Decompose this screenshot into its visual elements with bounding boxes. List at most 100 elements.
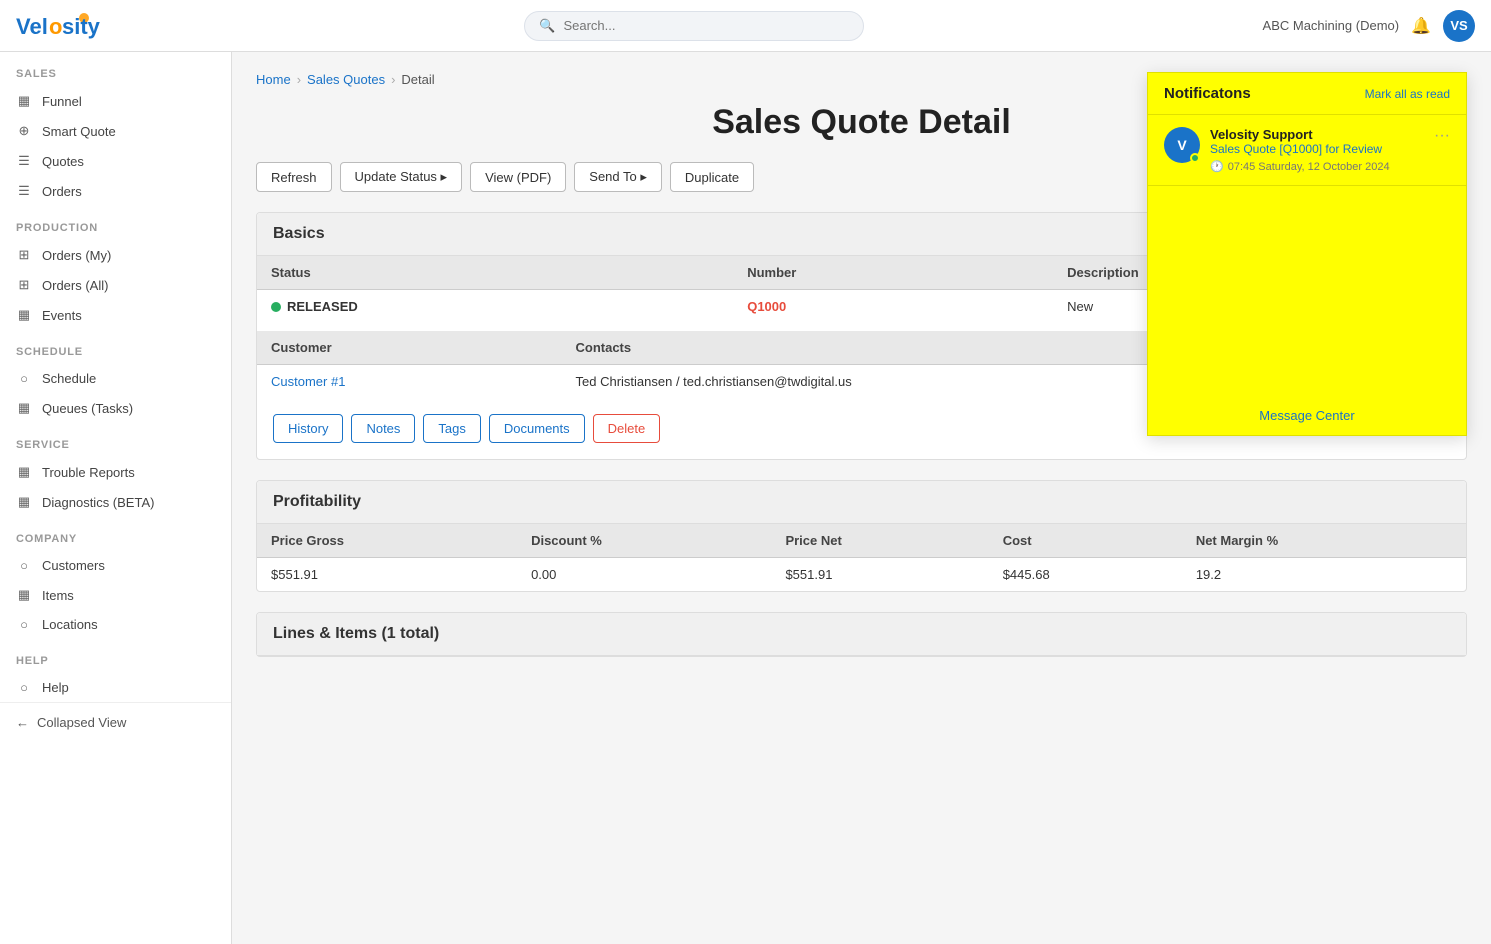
profitability-card: Profitability Price Gross Discount % Pri… <box>256 480 1467 592</box>
sidebar-section-production: PRODUCTION <box>0 206 231 240</box>
content-area: Notificatons Mark all as read V Velosity… <box>232 52 1491 944</box>
sidebar-item-label-orders: Orders <box>42 184 82 199</box>
clock-icon: 🕐 <box>1210 160 1224 173</box>
profitability-row: $551.91 0.00 $551.91 $445.68 19.2 <box>257 558 1466 592</box>
tags-tab-button[interactable]: Tags <box>423 414 480 443</box>
sidebar-item-help[interactable]: ○Help <box>0 673 231 702</box>
mark-all-read-button[interactable]: Mark all as read <box>1365 87 1450 101</box>
sidebar-item-events[interactable]: ▦Events <box>0 300 231 330</box>
notification-message[interactable]: Sales Quote [Q1000] for Review <box>1210 142 1424 156</box>
sidebar-item-locations[interactable]: ○Locations <box>0 610 231 639</box>
sidebar-item-label-orders-all: Orders (All) <box>42 278 108 293</box>
refresh-button[interactable]: Refresh <box>256 162 332 192</box>
sidebar-item-quotes[interactable]: ☰ Quotes <box>0 146 231 176</box>
orders-icon: ☰ <box>16 183 32 199</box>
duplicate-button[interactable]: Duplicate <box>670 162 754 192</box>
sidebar-item-funnel[interactable]: ▦ Funnel <box>0 86 231 116</box>
user-avatar[interactable]: VS <box>1443 10 1475 42</box>
notification-time: 🕐 07:45 Saturday, 12 October 2024 <box>1210 160 1424 173</box>
notification-avatar: V <box>1164 127 1200 163</box>
bell-icon[interactable]: 🔔 <box>1411 16 1431 36</box>
sidebar-item-label-customers: Customers <box>42 558 105 573</box>
update-status-button[interactable]: Update Status ▸ <box>340 162 463 192</box>
funnel-icon: ▦ <box>16 93 32 109</box>
sidebar-item-orders-all[interactable]: ⊞Orders (All) <box>0 270 231 300</box>
search-icon: 🔍 <box>539 18 555 34</box>
sidebar-item-label-items: Items <box>42 588 74 603</box>
lines-items-header: Lines & Items (1 total) <box>257 613 1466 656</box>
arrow-left-icon: ← <box>16 715 29 730</box>
quotes-icon: ☰ <box>16 153 32 169</box>
orders-my-icon: ⊞ <box>16 247 32 263</box>
notification-header: Notificatons Mark all as read <box>1148 73 1466 115</box>
net-margin-cell: 19.2 <box>1182 558 1466 592</box>
sidebar: SALES▦Funnel⊕Smart Quote☰Quotes☰OrdersPR… <box>0 52 232 944</box>
customer-cell: Customer #1 <box>257 365 562 399</box>
top-bar: Vel o sity 🔍 ABC Machining (Demo) 🔔 VS <box>0 0 1491 52</box>
documents-tab-button[interactable]: Documents <box>489 414 585 443</box>
notification-body: V Velosity Support Sales Quote [Q1000] f… <box>1148 115 1466 395</box>
company-name: ABC Machining (Demo) <box>1263 18 1400 33</box>
notification-more-button[interactable]: ··· <box>1434 127 1450 173</box>
content-inner: Notificatons Mark all as read V Velosity… <box>256 72 1467 657</box>
schedule-icon: ○ <box>16 371 32 386</box>
sidebar-item-diagnostics-beta[interactable]: ▦Diagnostics (BETA) <box>0 487 231 517</box>
collapsed-view-label: Collapsed View <box>37 715 126 730</box>
notification-sender: Velosity Support <box>1210 127 1424 142</box>
status-released: RELEASED <box>271 299 719 314</box>
sidebar-item-label-queues-tasks: Queues (Tasks) <box>42 401 133 416</box>
quote-number-link[interactable]: Q1000 <box>747 299 786 314</box>
send-to-button[interactable]: Send To ▸ <box>574 162 662 192</box>
col-price-gross: Price Gross <box>257 524 517 558</box>
status-dot <box>271 302 281 312</box>
sidebar-item-schedule[interactable]: ○Schedule <box>0 364 231 393</box>
main-layout: SALES▦Funnel⊕Smart Quote☰Quotes☰OrdersPR… <box>0 52 1491 944</box>
col-customer: Customer <box>257 331 562 365</box>
notification-footer: Message Center <box>1148 395 1466 435</box>
sidebar-section-company: COMPANY <box>0 517 231 551</box>
sidebar-item-label-smart-quote: Smart Quote <box>42 124 116 139</box>
svg-text:o: o <box>49 14 62 39</box>
smart-quote-icon: ⊕ <box>16 123 32 139</box>
history-tab-button[interactable]: History <box>273 414 343 443</box>
sidebar-item-orders-my[interactable]: ⊞ Orders (My) <box>0 240 231 270</box>
delete-tab-button[interactable]: Delete <box>593 414 661 443</box>
logo-image: Vel o sity <box>16 8 126 44</box>
sidebar-item-items[interactable]: ▦Items <box>0 580 231 610</box>
status-cell: RELEASED <box>257 290 733 324</box>
customers-icon: ○ <box>16 558 32 573</box>
notes-tab-button[interactable]: Notes <box>351 414 415 443</box>
customer-link[interactable]: Customer #1 <box>271 374 345 389</box>
logo: Vel o sity <box>16 8 126 44</box>
sidebar-item-label-locations: Locations <box>42 617 98 632</box>
status-text: RELEASED <box>287 299 358 314</box>
sidebar-item-trouble-reports[interactable]: ▦Trouble Reports <box>0 457 231 487</box>
app-wrapper: Vel o sity 🔍 ABC Machining (Demo) 🔔 VS S… <box>0 0 1491 944</box>
collapsed-view-button[interactable]: ← Collapsed View <box>0 702 231 742</box>
breadcrumb-detail: Detail <box>401 72 434 87</box>
col-price-net: Price Net <box>771 524 988 558</box>
col-cost: Cost <box>989 524 1182 558</box>
discount-cell: 0.00 <box>517 558 771 592</box>
breadcrumb-sep-2: › <box>391 72 395 87</box>
svg-text:Vel: Vel <box>16 14 48 39</box>
sidebar-item-label-orders-my: Orders (My) <box>42 248 111 263</box>
sidebar-item-queues-tasks[interactable]: ▦Queues (Tasks) <box>0 393 231 423</box>
price-gross-cell: $551.91 <box>257 558 517 592</box>
sidebar-item-smart-quote[interactable]: ⊕ Smart Quote <box>0 116 231 146</box>
sidebar-item-label-events: Events <box>42 308 82 323</box>
online-dot <box>1190 153 1200 163</box>
view-pdf-button[interactable]: View (PDF) <box>470 162 566 192</box>
sidebar-item-customers[interactable]: ○ Customers <box>0 551 231 580</box>
search-input[interactable] <box>563 18 849 33</box>
message-center-link[interactable]: Message Center <box>1259 408 1354 423</box>
sidebar-item-orders[interactable]: ☰ Orders <box>0 176 231 206</box>
price-net-cell: $551.91 <box>771 558 988 592</box>
breadcrumb-sales-quotes[interactable]: Sales Quotes <box>307 72 385 87</box>
breadcrumb-home[interactable]: Home <box>256 72 291 87</box>
lines-items-card: Lines & Items (1 total) <box>256 612 1467 657</box>
sidebar-item-label-quotes: Quotes <box>42 154 84 169</box>
sidebar-item-label-funnel: Funnel <box>42 94 82 109</box>
search-bar[interactable]: 🔍 <box>524 11 864 41</box>
sidebar-item-label-help: Help <box>42 680 69 695</box>
